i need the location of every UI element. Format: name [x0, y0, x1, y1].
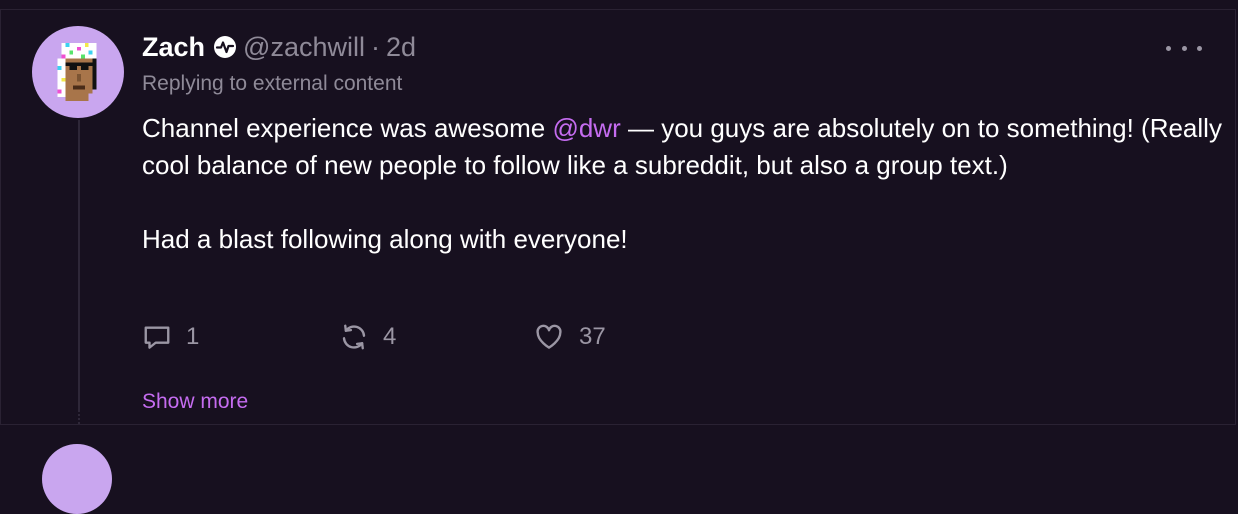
mention-link[interactable]: @dwr: [552, 113, 620, 143]
more-options-button[interactable]: [1166, 44, 1202, 52]
reply-button[interactable]: 1: [142, 322, 339, 352]
pixel-art-avatar-icon: [57, 43, 97, 101]
action-bar: 1 4 37: [142, 320, 606, 354]
reply-count: 1: [186, 323, 200, 350]
activity-badge-icon: [213, 35, 237, 59]
post-body: Channel experience was awesome @dwr — yo…: [142, 110, 1222, 258]
more-dot: [1197, 45, 1202, 51]
like-button[interactable]: 37: [533, 322, 606, 352]
recast-icon: [342, 324, 366, 350]
thread-line: [78, 120, 80, 410]
post-paragraph: Had a blast following along with everyon…: [142, 224, 628, 254]
avatar[interactable]: [32, 26, 124, 118]
author-handle[interactable]: @zachwill: [243, 32, 365, 63]
next-post-avatar[interactable]: [42, 444, 112, 514]
recast-count: 4: [383, 323, 397, 350]
like-count: 37: [579, 323, 606, 350]
recast-button[interactable]: 4: [339, 322, 533, 352]
replying-to-label: Replying to external content: [142, 72, 403, 95]
show-more-link[interactable]: Show more: [142, 390, 248, 414]
author-name[interactable]: Zach: [142, 32, 205, 63]
heart-icon: [536, 324, 562, 349]
post-text-part: Channel experience was awesome: [142, 113, 553, 143]
more-dot: [1166, 45, 1171, 51]
post-header: Zach @zachwill · 2d: [142, 30, 416, 64]
thread-dotted-connector: [78, 410, 80, 426]
separator-dot: ·: [370, 31, 380, 62]
comment-icon: [144, 326, 170, 349]
post-timestamp[interactable]: 2d: [386, 32, 416, 63]
more-dot: [1181, 45, 1187, 51]
